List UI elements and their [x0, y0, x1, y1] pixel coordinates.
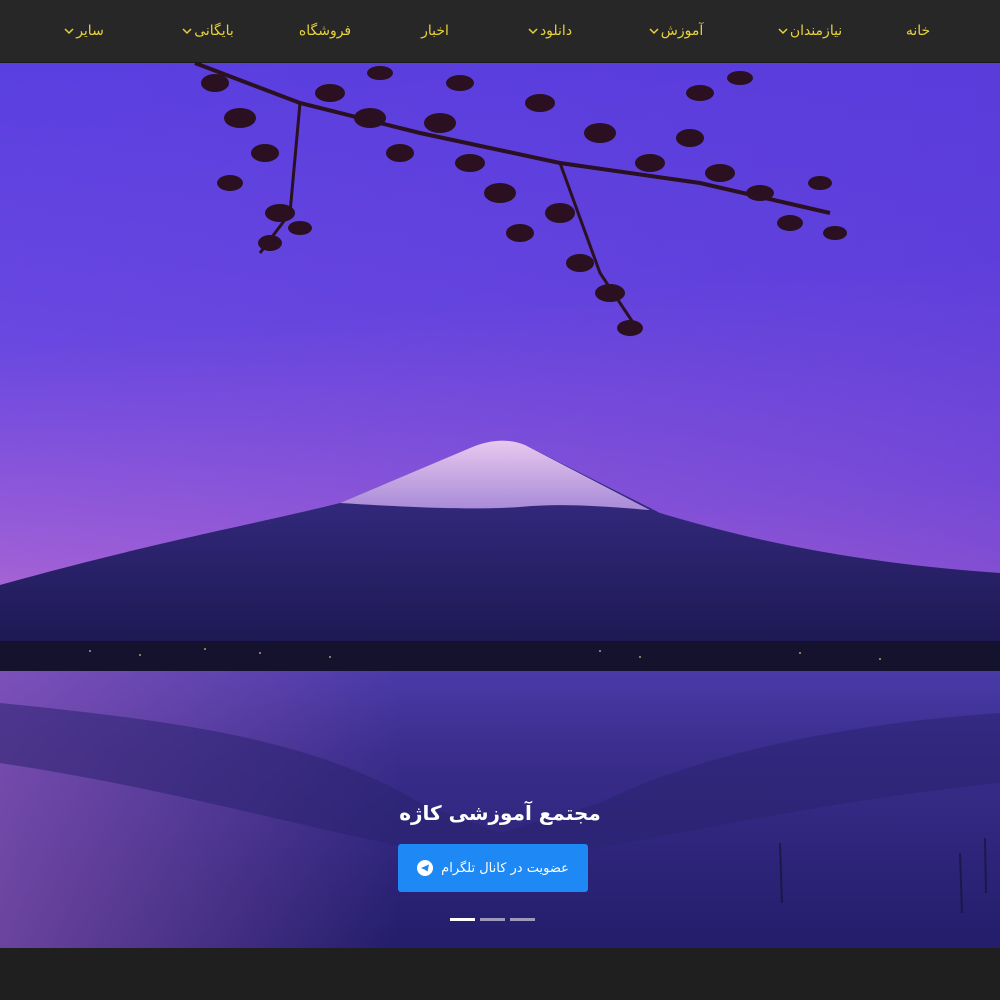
nav-item-home[interactable]: خانه	[880, 0, 956, 62]
chevron-down-icon	[64, 26, 74, 36]
slide-indicator[interactable]	[480, 918, 505, 921]
nav-item-shop[interactable]: فروشگاه	[285, 0, 365, 62]
slide-indicators	[450, 918, 535, 921]
nav-item-label: بایگانی	[194, 23, 234, 39]
nav-item-label: نیازمندان	[789, 23, 843, 39]
footer-strip	[0, 948, 1000, 1000]
telegram-icon	[417, 860, 434, 876]
slide-indicator[interactable]	[450, 918, 475, 921]
telegram-join-button-label: عضویت در کانال تلگرام	[441, 860, 569, 876]
nav-item-label: دانلود	[539, 23, 573, 39]
chevron-down-icon	[649, 26, 659, 36]
hero-slider: مجتمع آموزشی کاژه عضویت در کانال تلگرام	[0, 63, 1000, 948]
chevron-down-icon	[528, 26, 538, 36]
nav-item-education[interactable]: آموزش	[638, 0, 714, 62]
nav-item-needy[interactable]: نیازمندان	[765, 0, 855, 62]
nav-item-label: سایر	[76, 23, 104, 39]
slide-indicator[interactable]	[510, 918, 535, 921]
nav-item-label: آموزش	[660, 23, 704, 39]
hero-title: مجتمع آموزشی کاژه	[399, 801, 601, 825]
top-navbar: خانه نیازمندان آموزش دانلود اخبار فروشگا…	[0, 0, 1000, 63]
nav-item-other[interactable]: سایر	[52, 0, 116, 62]
telegram-join-button[interactable]: عضویت در کانال تلگرام	[398, 844, 588, 892]
nav-item-news[interactable]: اخبار	[405, 0, 465, 62]
chevron-down-icon	[182, 26, 192, 36]
nav-item-download[interactable]: دانلود	[515, 0, 585, 62]
nav-item-label: فروشگاه	[298, 23, 352, 39]
nav-item-label: خانه	[905, 23, 931, 39]
chevron-down-icon	[778, 26, 788, 36]
nav-item-label: اخبار	[421, 23, 449, 39]
nav-item-archive[interactable]: بایگانی	[168, 0, 248, 62]
